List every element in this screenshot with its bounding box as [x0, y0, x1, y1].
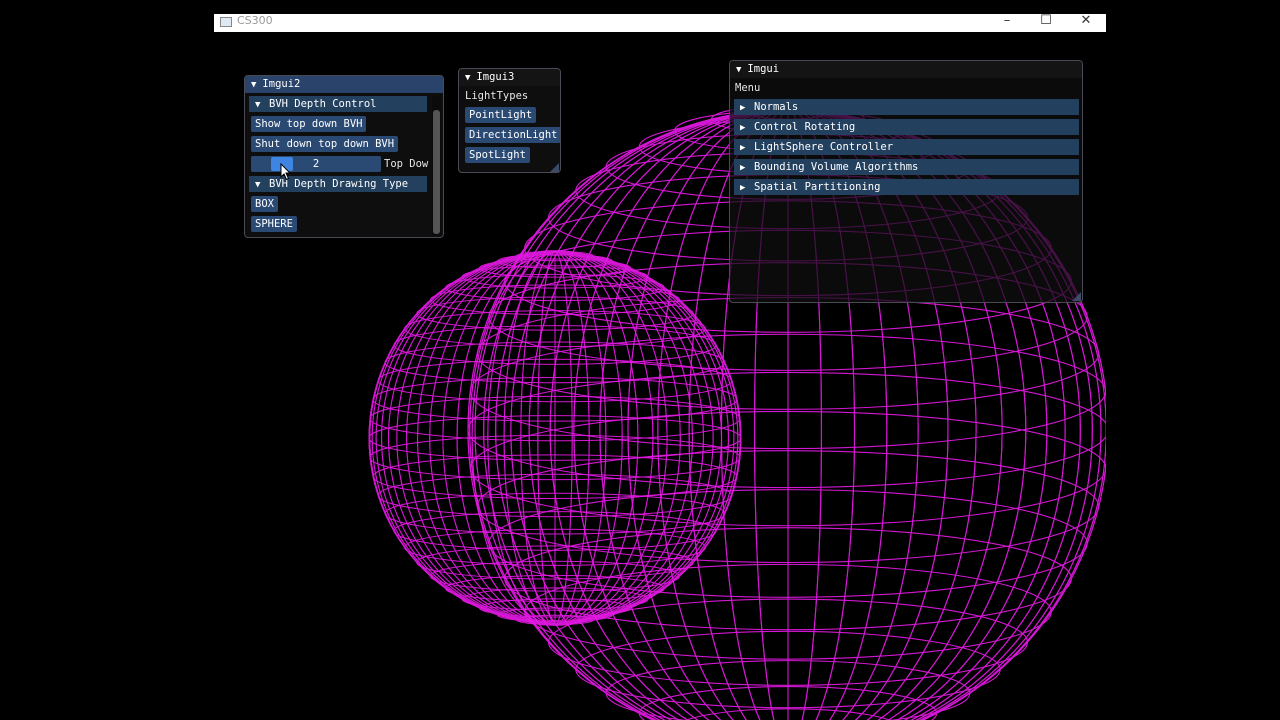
light-types-label: LightTypes — [465, 90, 529, 102]
normals-header[interactable]: ▶ Normals — [734, 99, 1079, 115]
collapse-arrow-icon[interactable]: ▼ — [736, 62, 741, 79]
imgui3-window[interactable]: ▼ Imgui3 LightTypes PointLight DirectionL… — [458, 68, 561, 173]
maximize-button[interactable]: ☐ — [1028, 13, 1064, 31]
slider-value: 2 — [312, 158, 320, 170]
bvh-depth-control-header[interactable]: ▼ BVH Depth Control — [249, 96, 427, 112]
sphere-button[interactable]: SPHERE — [251, 216, 297, 232]
minimize-button[interactable]: – — [989, 13, 1025, 31]
expanded-arrow-icon: ▼ — [255, 100, 261, 110]
collapsed-arrow-icon: ▶ — [740, 183, 746, 193]
normals-label: Normals — [754, 101, 799, 113]
bvh-depth-slider[interactable]: 2 — [251, 156, 381, 172]
spatial-partitioning-header[interactable]: ▶ Spatial Partitioning — [734, 179, 1079, 195]
close-button[interactable]: ✕ — [1068, 13, 1104, 31]
window-titlebar[interactable]: CS300 – ☐ ✕ — [214, 13, 1106, 32]
expanded-arrow-icon: ▼ — [255, 180, 261, 190]
small-wireframe-sphere — [368, 250, 742, 626]
control-rotating-label: Control Rotating — [754, 121, 856, 133]
show-top-down-bvh-button[interactable]: Show top down BVH — [251, 116, 367, 132]
slider-label: Top Dow — [384, 158, 429, 170]
imgui2-title: Imgui2 — [262, 78, 301, 90]
direction-light-button[interactable]: DirectionLight — [465, 127, 560, 143]
imgui3-titlebar[interactable]: ▼ Imgui3 — [459, 69, 560, 86]
lightsphere-controller-header[interactable]: ▶ LightSphere Controller — [734, 139, 1079, 155]
bvh-depth-drawing-type-header[interactable]: ▼ BVH Depth Drawing Type — [249, 176, 427, 192]
imgui3-title: Imgui3 — [476, 71, 515, 83]
bounding-volume-algorithms-label: Bounding Volume Algorithms — [754, 161, 919, 173]
bvh-depth-control-label: BVH Depth Control — [269, 98, 377, 110]
collapsed-arrow-icon: ▶ — [740, 103, 746, 113]
imgui-titlebar[interactable]: ▼ Imgui — [730, 61, 1082, 78]
app-icon — [220, 17, 232, 27]
imgui2-scrollbar[interactable] — [432, 96, 441, 236]
resize-grip-icon[interactable] — [1072, 292, 1081, 301]
lightsphere-controller-label: LightSphere Controller — [754, 141, 894, 153]
bounding-volume-algorithms-header[interactable]: ▶ Bounding Volume Algorithms — [734, 159, 1079, 175]
spatial-partitioning-label: Spatial Partitioning — [754, 181, 881, 193]
imgui2-window[interactable]: ▼ Imgui2 ▼ BVH Depth Control Show top down… — [244, 75, 444, 238]
resize-grip-icon[interactable] — [550, 163, 559, 172]
shut-down-top-down-bvh-button[interactable]: Shut down top down BVH — [251, 136, 399, 152]
collapsed-arrow-icon: ▶ — [740, 143, 746, 153]
imgui2-titlebar[interactable]: ▼ Imgui2 — [245, 76, 443, 93]
collapsed-arrow-icon: ▶ — [740, 123, 746, 133]
point-light-button[interactable]: PointLight — [465, 107, 537, 123]
imgui-window[interactable]: ▼ Imgui Menu ▶ Normals ▶ Control Rotating ▶… — [729, 60, 1083, 303]
imgui-title: Imgui — [747, 63, 780, 75]
spot-light-button[interactable]: SpotLight — [465, 147, 530, 163]
scrollbar-thumb[interactable] — [433, 110, 440, 234]
window-title: CS300 — [237, 14, 273, 27]
collapsed-arrow-icon: ▶ — [740, 163, 746, 173]
collapse-arrow-icon[interactable]: ▼ — [251, 77, 256, 94]
box-button[interactable]: BOX — [251, 196, 278, 212]
collapse-arrow-icon[interactable]: ▼ — [465, 70, 470, 87]
control-rotating-header[interactable]: ▶ Control Rotating — [734, 119, 1079, 135]
menu-label: Menu — [735, 82, 761, 94]
mouse-cursor-icon — [280, 163, 292, 181]
